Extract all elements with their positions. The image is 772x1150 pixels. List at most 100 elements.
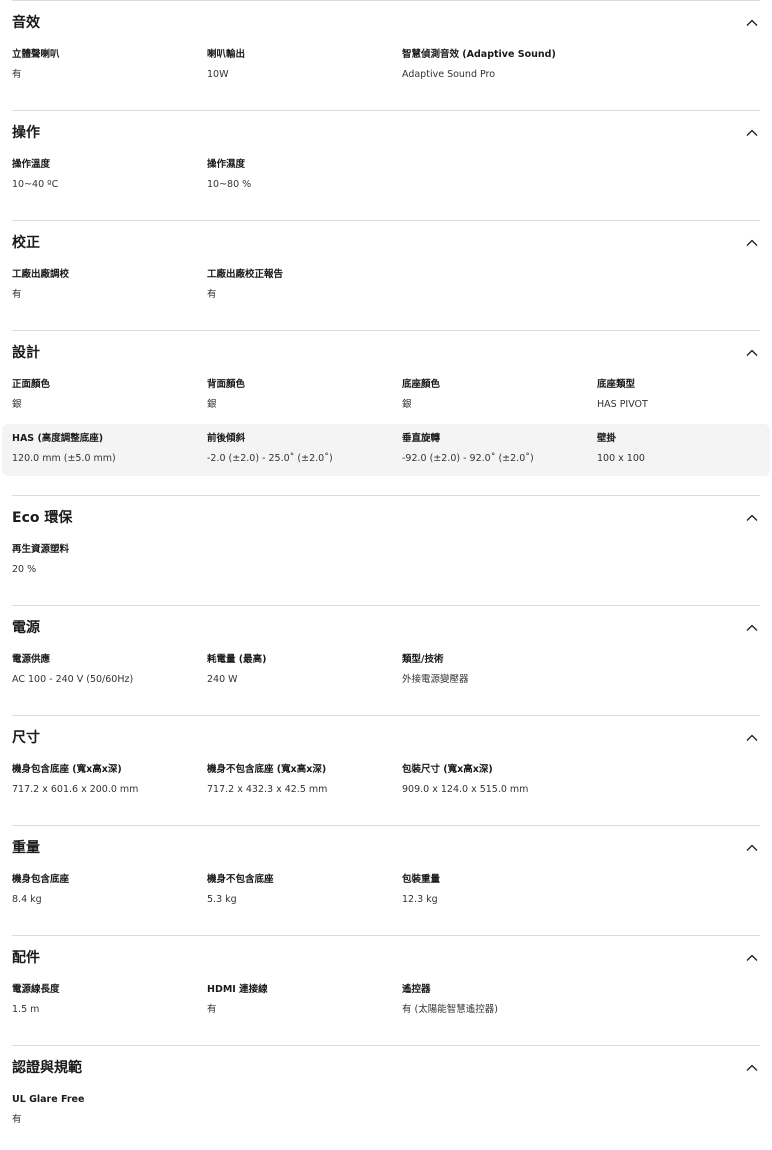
spec-label: 機身包含底座 [12,874,70,885]
spec-value: 717.2 x 432.3 x 42.5 mm [207,784,328,795]
chevron-up-icon[interactable] [746,952,758,964]
spec-label: 底座類型 [597,379,636,390]
spec-label: 操作濕度 [207,159,246,170]
spec-item: 電源供應 AC 100 - 240 V (50/60Hz) [12,653,202,686]
spec-item: 耗電量 (最高) 240 W [207,653,397,686]
spec-label: 壁掛 [597,433,617,444]
section-accessory: 配件 電源線長度 1.5 m HDMI 連接線有 遙控器有 (太陽能智慧遙控器) [12,935,760,1045]
spec-label: 智慧偵測音效 (Adaptive Sound) [402,49,556,60]
chevron-up-icon[interactable] [746,1062,758,1074]
spec-label: 耗電量 (最高) [207,654,267,665]
spec-item: 電源線長度 1.5 m [12,983,202,1016]
spec-label: 喇叭輸出 [207,49,246,60]
spec-item: 機身包含底座 8.4 kg [12,873,202,906]
spec-item: 再生資源塑料 20 % [12,543,202,576]
spec-item: 喇叭輸出 10W [207,48,397,81]
section-title: 認證與規範 [12,1060,82,1076]
spec-value: 10W [207,69,229,80]
spec-label: 機身不包含底座 [207,874,274,885]
spec-item: 操作溫度 10~40 ºC [12,158,202,191]
section-design: 設計 正面顏色銀 背面顏色銀 底座顏色銀 底座類型 HAS PIVOT HAS (… [2,330,770,495]
spec-value: Adaptive Sound Pro [402,69,496,80]
spec-label: 工廠出廠調校 [12,269,70,280]
spec-value: -92.0 (±2.0) - 92.0˚ (±2.0˚) [402,453,534,464]
spec-label: 前後傾斜 [207,433,246,444]
spec-value: 12.3 kg [402,894,438,905]
chevron-up-icon[interactable] [746,127,758,139]
spec-label: HDMI 連接線 [207,984,268,995]
spec-label: 電源線長度 [12,984,60,995]
spec-value: 20 % [12,564,37,575]
section-power: 電源 電源供應 AC 100 - 240 V (50/60Hz) 耗電量 (最高)… [12,605,760,715]
section-dimension: 尺寸 機身包含底座 (寬x高x深) 717.2 x 601.6 x 200.0 m… [12,715,760,825]
spec-label: 操作溫度 [12,159,51,170]
section-audio: 音效 立體聲喇叭有 喇叭輸出 10W 智慧偵測音效 (Adaptive Sound… [12,0,760,110]
chevron-up-icon[interactable] [746,512,758,524]
spec-label: 遙控器 [402,984,431,995]
spec-item: 智慧偵測音效 (Adaptive Sound) Adaptive Sound Pr… [402,48,592,81]
spec-item: 包裝尺寸 (寬x高x深) 909.0 x 124.0 x 515.0 mm [402,763,592,796]
spec-value: 銀 [402,399,412,410]
spec-label: 底座顏色 [402,379,441,390]
section-title: 設計 [12,345,40,361]
spec-item: 背面顏色銀 [207,378,397,411]
spec-label: 工廠出廠校正報告 [207,269,284,280]
chevron-up-icon[interactable] [746,842,758,854]
spec-label: 類型/技術 [402,654,444,665]
chevron-up-icon[interactable] [746,732,758,744]
spec-item: 前後傾斜 -2.0 (±2.0) - 25.0˚ (±2.0˚) [207,432,397,465]
spec-value: HAS PIVOT [597,399,648,410]
spec-list: 音效 立體聲喇叭有 喇叭輸出 10W 智慧偵測音效 (Adaptive Sound… [0,0,772,1149]
spec-value: 10~80 % [207,179,252,190]
spec-item: 底座類型 HAS PIVOT [597,378,772,411]
section-title: 校正 [12,235,40,251]
chevron-up-icon[interactable] [746,17,758,29]
spec-label: 包裝尺寸 (寬x高x深) [402,764,493,775]
spec-value: 有 [12,69,22,80]
spec-item: 垂直旋轉 -92.0 (±2.0) - 92.0˚ (±2.0˚) [402,432,592,465]
spec-value: AC 100 - 240 V (50/60Hz) [12,674,134,685]
section-title: 尺寸 [12,730,40,746]
spec-item: 壁掛 100 x 100 [597,432,772,465]
section-weight: 重量 機身包含底座 8.4 kg 機身不包含底座 5.3 kg 包裝重量 12.3 k… [12,825,760,935]
spec-item: 類型/技術外接電源變壓器 [402,653,592,686]
spec-item: 包裝重量 12.3 kg [402,873,592,906]
spec-label: 垂直旋轉 [402,433,441,444]
spec-label: 機身不包含底座 (寬x高x深) [207,764,327,775]
spec-value: 有 [12,289,22,300]
spec-item: 機身不包含底座 (寬x高x深) 717.2 x 432.3 x 42.5 mm [207,763,397,796]
spec-value: 120.0 mm (±5.0 mm) [12,453,116,464]
spec-value: 有 [207,289,217,300]
spec-item: HAS (高度調整底座) 120.0 mm (±5.0 mm) [12,432,202,465]
spec-item: 底座顏色銀 [402,378,592,411]
section-title: 操作 [12,125,40,141]
section-title: 音效 [12,15,40,31]
spec-label: HAS (高度調整底座) [12,433,104,444]
spec-value: 1.5 m [12,1004,40,1015]
spec-item: 正面顏色銀 [12,378,202,411]
spec-item: HDMI 連接線有 [207,983,397,1016]
spec-value: 有 [207,1004,217,1015]
spec-value: 717.2 x 601.6 x 200.0 mm [12,784,139,795]
section-title: 電源 [12,620,40,636]
spec-label: 立體聲喇叭 [12,49,60,60]
chevron-up-icon[interactable] [746,347,758,359]
spec-row-highlighted: HAS (高度調整底座) 120.0 mm (±5.0 mm) 前後傾斜 -2.0 … [2,424,770,476]
spec-label: 再生資源塑料 [12,544,70,555]
spec-value: 240 W [207,674,238,685]
spec-value: 909.0 x 124.0 x 515.0 mm [402,784,529,795]
spec-value: 有 (太陽能智慧遙控器) [402,1004,498,1015]
section-eco: Eco 環保 再生資源塑料 20 % [12,495,760,605]
chevron-up-icon[interactable] [746,622,758,634]
spec-value: 銀 [207,399,217,410]
spec-item: UL Glare Free 有 [12,1093,202,1126]
spec-label: 正面顏色 [12,379,51,390]
chevron-up-icon[interactable] [746,237,758,249]
spec-label: 背面顏色 [207,379,246,390]
spec-value: 外接電源變壓器 [402,674,469,685]
spec-label: 機身包含底座 (寬x高x深) [12,764,122,775]
spec-item: 機身不包含底座 5.3 kg [207,873,397,906]
section-title: Eco 環保 [12,510,73,526]
spec-label: UL Glare Free [12,1094,85,1105]
spec-value: -2.0 (±2.0) - 25.0˚ (±2.0˚) [207,453,333,464]
